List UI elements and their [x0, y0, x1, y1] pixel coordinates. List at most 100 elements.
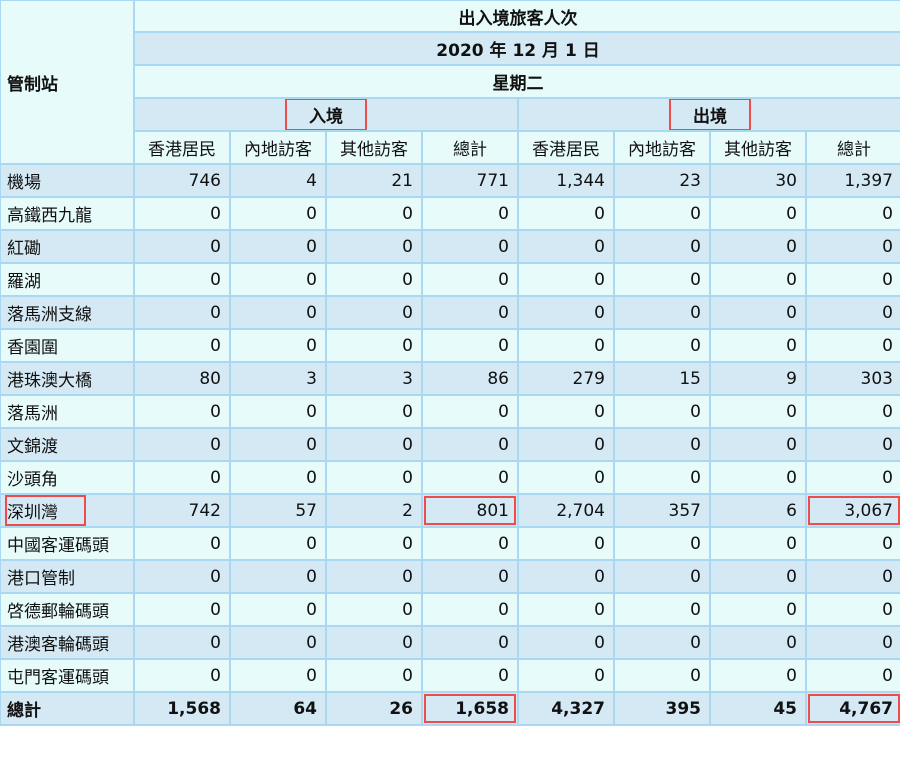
value-cell: 0 [613, 394, 711, 429]
station-name-cell: 港珠澳大橋 [0, 361, 135, 396]
value-cell: 0 [613, 625, 711, 660]
station-name: 落馬洲支線 [7, 305, 92, 325]
value-cell: 0 [133, 559, 231, 594]
value-cell: 0 [229, 295, 327, 330]
station-name-cell: 港澳客輪碼頭 [0, 625, 135, 660]
value-cell: 0 [709, 328, 807, 363]
column-header-departure-1: 內地訪客 [613, 130, 711, 165]
value-cell: 0 [805, 625, 900, 660]
value-cell: 0 [613, 460, 711, 495]
total-row: 總計 1,568 64 26 1,658 4,327 395 45 4,767 [0, 691, 900, 726]
value-cell: 0 [613, 295, 711, 330]
value-cell: 0 [421, 394, 519, 429]
value-cell: 0 [229, 526, 327, 561]
value-cell: 0 [805, 460, 900, 495]
value-cell: 6 [709, 493, 807, 528]
value-cell: 0 [613, 658, 711, 693]
value-cell: 0 [421, 526, 519, 561]
station-name: 啓德郵輪碼頭 [7, 602, 109, 622]
station-name-cell: 落馬洲支線 [0, 295, 135, 330]
value-cell: 0 [709, 394, 807, 429]
value-cell: 0 [229, 394, 327, 429]
value-cell: 0 [229, 328, 327, 363]
column-header-arrival-2: 其他訪客 [325, 130, 423, 165]
value-cell: 0 [517, 328, 615, 363]
value-cell: 2,704 [517, 493, 615, 528]
value-cell: 0 [805, 427, 900, 462]
value-cell: 0 [325, 658, 423, 693]
station-name-cell: 屯門客運碼頭 [0, 658, 135, 693]
value-cell: 0 [613, 592, 711, 627]
value-cell: 746 [133, 163, 231, 198]
station-name-cell: 深圳灣 [0, 493, 135, 528]
value-cell: 0 [805, 526, 900, 561]
value-cell: 0 [421, 625, 519, 660]
table-row: 深圳灣 742 57 2 801 2,704 357 6 3,067 [0, 493, 900, 528]
value-cell: 0 [805, 394, 900, 429]
value-cell: 23 [613, 163, 711, 198]
passenger-traffic-table: 管制站 出入境旅客人次 2020 年 12 月 1 日 星期二 入境 出境 香港… [0, 0, 900, 726]
column-header-arrival-1: 內地訪客 [229, 130, 327, 165]
value-cell: 0 [421, 460, 519, 495]
total-value-cell: 4,327 [517, 691, 615, 726]
value-cell: 771 [421, 163, 519, 198]
value-cell: 0 [325, 526, 423, 561]
value-cell: 0 [805, 295, 900, 330]
date-header: 2020 年 12 月 1 日 [133, 31, 900, 66]
value-cell: 21 [325, 163, 423, 198]
value-cell: 0 [325, 262, 423, 297]
value-cell: 0 [133, 625, 231, 660]
value-cell: 801 [421, 493, 519, 528]
value-cell: 0 [325, 295, 423, 330]
value-cell: 0 [709, 592, 807, 627]
value-cell: 0 [517, 559, 615, 594]
value-cell: 0 [709, 196, 807, 231]
value-cell: 0 [517, 526, 615, 561]
value-cell: 357 [613, 493, 711, 528]
value-cell: 30 [709, 163, 807, 198]
table-row: 落馬洲支線 0 0 0 0 0 0 0 0 [0, 295, 900, 330]
station-name: 港澳客輪碼頭 [7, 635, 109, 655]
value-cell: 0 [613, 229, 711, 264]
value-cell: 0 [133, 229, 231, 264]
station-name-cell: 港口管制 [0, 559, 135, 594]
value-cell: 0 [133, 427, 231, 462]
value-cell: 0 [133, 526, 231, 561]
value-cell: 0 [229, 427, 327, 462]
value-cell: 0 [613, 196, 711, 231]
station-name-cell: 啓德郵輪碼頭 [0, 592, 135, 627]
station-name: 中國客運碼頭 [7, 536, 109, 556]
value-cell: 15 [613, 361, 711, 396]
value-cell: 0 [229, 592, 327, 627]
value-cell: 1,397 [805, 163, 900, 198]
value-cell: 0 [325, 427, 423, 462]
value-cell: 0 [709, 526, 807, 561]
value-cell: 0 [133, 592, 231, 627]
station-name-cell: 高鐵西九龍 [0, 196, 135, 231]
value-cell: 0 [133, 658, 231, 693]
value-cell: 0 [613, 262, 711, 297]
station-name-cell: 沙頭角 [0, 460, 135, 495]
total-value-cell: 64 [229, 691, 327, 726]
value-cell: 0 [517, 592, 615, 627]
value-cell: 3,067 [805, 493, 900, 528]
value-cell: 1,344 [517, 163, 615, 198]
value-cell: 0 [325, 625, 423, 660]
value-cell: 0 [805, 592, 900, 627]
value-cell: 86 [421, 361, 519, 396]
value-cell: 0 [229, 229, 327, 264]
value-cell: 0 [229, 262, 327, 297]
value-cell: 0 [709, 229, 807, 264]
total-value-cell: 26 [325, 691, 423, 726]
value-cell: 0 [325, 328, 423, 363]
value-cell: 0 [709, 427, 807, 462]
value-cell: 4 [229, 163, 327, 198]
total-value-cell: 395 [613, 691, 711, 726]
table-row: 文錦渡 0 0 0 0 0 0 0 0 [0, 427, 900, 462]
value-cell: 0 [517, 196, 615, 231]
value-cell: 0 [517, 625, 615, 660]
value-cell: 0 [805, 229, 900, 264]
station-name: 港珠澳大橋 [7, 371, 92, 391]
value-cell: 0 [805, 328, 900, 363]
value-cell: 0 [325, 460, 423, 495]
